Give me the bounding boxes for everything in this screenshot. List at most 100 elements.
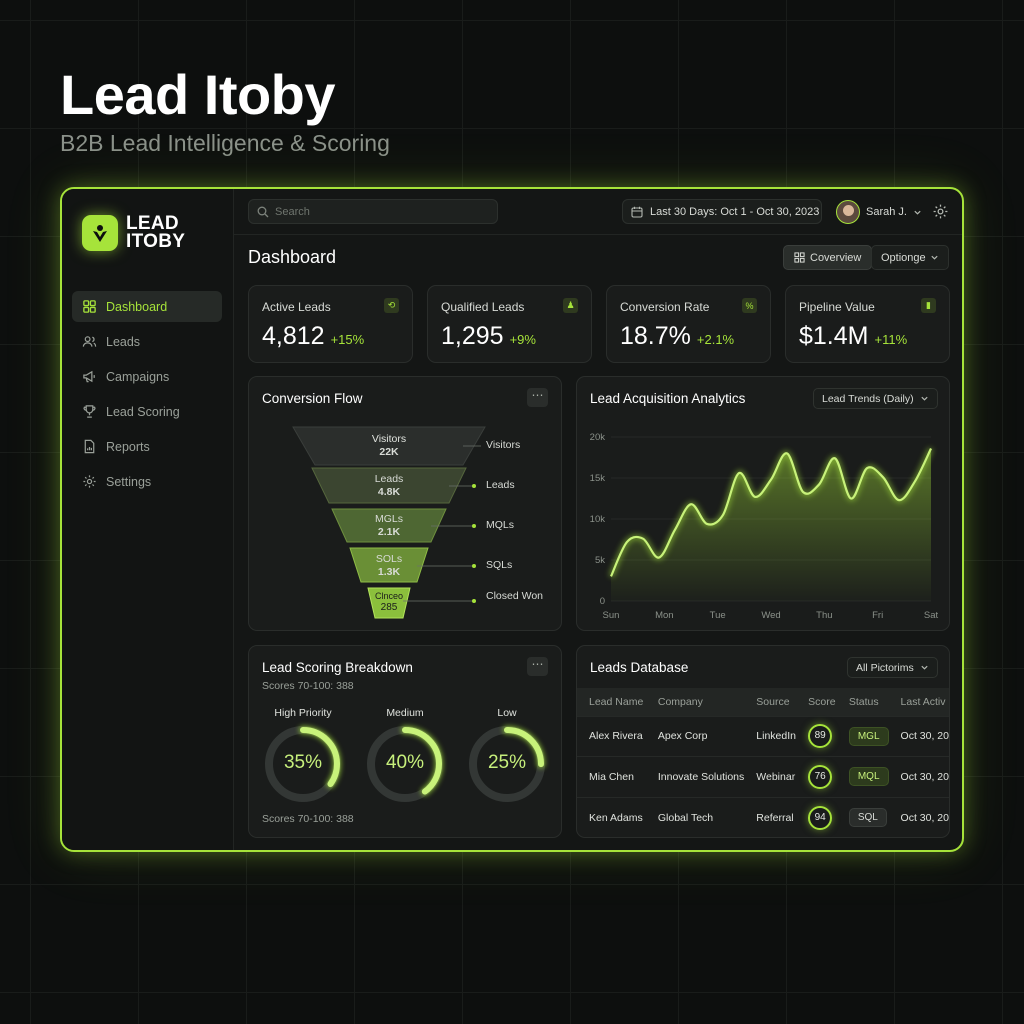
leads-table: Lead Name Company Source Score Status La… [577,688,949,837]
kpi-card-qualified-leads[interactable]: Qualified Leads ♟ 1,295 +9% [427,285,592,363]
kpi-card-pipeline-value[interactable]: Pipeline Value ▮ $1.4M +11% [785,285,950,363]
settings-gear-icon[interactable] [932,203,949,220]
lead-name: Mia Chen [577,756,646,797]
bar-chart-icon: ▮ [921,298,936,313]
lead-company: Innovate Solutions [645,756,745,797]
column-header[interactable]: Score [796,688,837,716]
donut-label: Low [497,707,517,719]
refresh-icon: ⟲ [384,298,399,313]
search-input[interactable]: Search [248,199,498,224]
hero-subtitle: B2B Lead Intelligence & Scoring [60,130,390,156]
lead-score: 76 [808,764,833,789]
x-tick-label: Fri [872,610,883,621]
logo[interactable]: LEAD ITOBY [82,214,186,252]
leads-database-card: Leads Database All Pictorims Lead Name C… [576,645,950,838]
options-label: Optionge [881,251,926,264]
chevron-down-icon [931,255,938,260]
topbar: Search Last 30 Days: Oct 1 - Oct 30, 202… [234,189,962,235]
funnel-stage-value: 22K [379,446,399,458]
donut-percent: 25% [487,752,527,773]
column-header[interactable]: Status [836,688,889,716]
sidebar-item-lead-scoring[interactable]: Lead Scoring [72,396,222,427]
date-range-picker[interactable]: Last 30 Days: Oct 1 - Oct 30, 2023 [622,199,822,224]
kpi-number: $1.4M [799,322,869,350]
column-header[interactable]: Company [645,688,745,716]
table-row[interactable]: Mia Chen Innovate Solutions Webinar 76 M… [577,756,949,797]
percent-icon: % [742,298,757,313]
lead-score-cell: 94 [796,796,837,837]
logo-text: LEAD ITOBY [126,214,186,252]
x-tick-label: Tue [710,610,726,621]
scoring-footer: Scores 70-100: 388 [262,813,354,825]
x-tick-label: Sun [603,610,620,621]
chevron-down-icon [914,210,921,215]
user-name: Sarah J. [866,206,907,218]
kpi-card-active-leads[interactable]: Active Leads ⟲ 4,812 +15% [248,285,413,363]
y-tick-label: 5k [595,555,605,566]
donut-percent: 35% [283,752,323,773]
calendar-icon [631,206,643,218]
leads-filter-dropdown[interactable]: All Pictorims [847,657,938,678]
column-header[interactable]: Last Activ [888,688,949,716]
sidebar-item-leads[interactable]: Leads [72,326,222,357]
lead-status-cell: MGL [836,715,889,757]
lead-source: LinkedIn [744,715,797,757]
column-header[interactable]: Lead Name [577,688,646,716]
y-tick-label: 10k [590,514,606,525]
funnel-stage-name: Clnceo [374,591,403,601]
area-fill [611,448,931,601]
lead-source: Webinar [744,756,797,797]
kpi-value: 4,812 +15% [262,322,364,351]
funnel-stage-name: SOLs [375,553,403,565]
logo-line-2: ITOBY [126,231,186,252]
lead-score: 89 [808,724,833,749]
card-title: Leads Database [590,660,689,675]
lead-name: Ken Adams [577,796,646,837]
kpi-delta: +11% [874,332,908,347]
kpi-card-conversion-rate[interactable]: Conversion Rate % 18.7% +2.1% [606,285,771,363]
logo-icon [82,215,118,251]
options-dropdown[interactable]: Optionge [871,245,949,270]
lead-name: Alex Rivera [577,715,646,757]
kpi-label: Qualified Leads [441,300,525,314]
sidebar-item-label: Leads [106,334,141,349]
table-row[interactable]: Ken Adams Global Tech Referral 94 SQL Oc… [577,796,949,837]
lead-acquisition-card: Lead Acquisition Analytics Lead Trends (… [576,376,950,631]
table-row[interactable]: Alex Rivera Apex Corp LinkedIn 89 MGL Oc… [577,715,949,757]
sidebar-item-dashboard[interactable]: Dashboard [72,291,222,322]
sidebar: LEAD ITOBY Dashboard Leads Campaigns Lea… [62,189,234,850]
x-tick-label: Mon [655,610,673,621]
sidebar-item-reports[interactable]: Reports [72,431,222,462]
date-range-label: Last 30 Days: Oct 1 - Oct 30, 2023 [650,205,820,218]
sidebar-item-label: Campaigns [106,369,170,384]
lead-company: Global Tech [645,796,745,837]
user-menu[interactable]: Sarah J. [836,200,922,224]
grid-icon [83,300,96,313]
conversion-flow-card: Conversion Flow ⋯ Visitors 22K Leads 4.8… [248,376,562,631]
kpi-value: 18.7% +2.1% [620,322,734,351]
overview-label: Coverview [810,251,862,264]
trophy-icon [83,405,96,418]
y-tick-label: 15k [590,473,606,484]
funnel-side-label: Leads [486,479,515,491]
funnel-stage-value: 1.3K [377,566,401,578]
funnel-side-label: Visitors [486,439,521,451]
avatar [836,200,860,224]
column-header[interactable]: Source [744,688,797,716]
gear-icon [83,475,96,488]
lead-last-activity: Oct 30, 20 [888,796,949,837]
funnel-stage-value: 285 [380,602,398,613]
sidebar-item-settings[interactable]: Settings [72,466,222,497]
lead-score-cell: 76 [796,756,837,797]
funnel-side-label: Closed Won [486,590,544,602]
funnel-stage-value: 4.8K [377,486,401,498]
kpi-delta: +15% [330,332,365,347]
report-icon [84,439,95,454]
donut-label: Medium [386,707,424,719]
sidebar-item-campaigns[interactable]: Campaigns [72,361,222,392]
donut-label: High Priority [274,707,332,719]
scoring-donuts [264,725,546,803]
lead-status-cell: MQL [836,756,889,797]
funnel-side-label: MQLs [486,519,515,531]
overview-button[interactable]: Coverview [783,245,873,270]
